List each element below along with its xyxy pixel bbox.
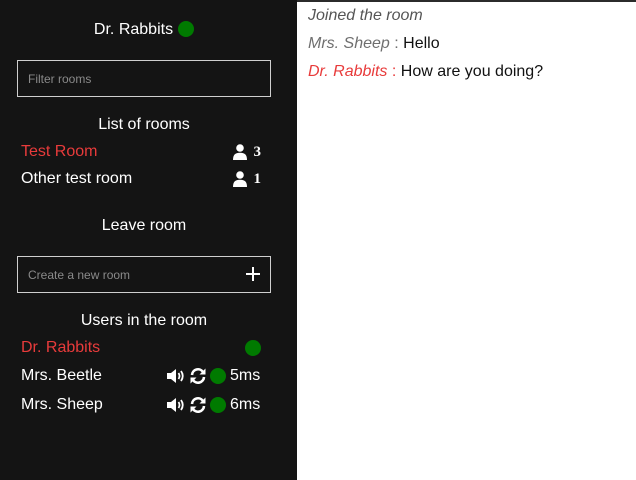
- chat-message: Mrs. Sheep : Hello: [308, 34, 440, 54]
- users-list-title: Users in the room: [80, 312, 208, 329]
- filter-rooms-field[interactable]: [17, 60, 271, 97]
- online-status-dot: [178, 21, 195, 37]
- user-name: Dr. Rabbits: [21, 339, 101, 356]
- speaker-icon[interactable]: [166, 397, 186, 413]
- current-user-name: Dr. Rabbits: [93, 21, 174, 38]
- speaker-icon[interactable]: [166, 368, 186, 384]
- message-text: Hello: [403, 35, 440, 52]
- ping-value: 6ms: [230, 396, 261, 413]
- sidebar: Dr. Rabbits List of rooms Test Room 3 Ot…: [0, 0, 297, 480]
- message-text: How are you doing?: [400, 63, 544, 80]
- online-status-dot: [210, 397, 226, 413]
- room-name: Test Room: [21, 143, 98, 160]
- rooms-list-title: List of rooms: [98, 116, 190, 133]
- message-separator: :: [389, 35, 404, 52]
- current-user: Dr. Rabbits: [0, 20, 288, 40]
- chat-message: Dr. Rabbits : How are you doing?: [308, 62, 543, 82]
- user-name: Mrs. Sheep: [21, 396, 103, 413]
- room-user-count: 1: [253, 171, 262, 187]
- message-author: Mrs. Sheep: [308, 35, 390, 52]
- room-name: Other test room: [21, 170, 133, 187]
- user-item-self: Dr. Rabbits: [21, 337, 265, 359]
- sync-icon[interactable]: [189, 396, 207, 414]
- message-separator: :: [387, 63, 401, 80]
- plus-icon[interactable]: [242, 263, 264, 285]
- leave-room-button[interactable]: Leave room: [0, 216, 288, 236]
- chat-panel: Joined the room Mrs. Sheep : Hello Dr. R…: [297, 2, 636, 480]
- ping-value: 5ms: [230, 367, 261, 384]
- create-room-field: [17, 256, 271, 293]
- user-item-mrs-sheep: Mrs. Sheep 6ms: [21, 394, 265, 416]
- filter-rooms-input[interactable]: [18, 61, 270, 96]
- room-item-other-test-room[interactable]: Other test room 1: [21, 168, 263, 190]
- message-author: Dr. Rabbits: [308, 63, 388, 80]
- room-user-count: 3: [253, 144, 262, 160]
- online-status-dot: [210, 368, 226, 384]
- sync-icon[interactable]: [189, 367, 207, 385]
- create-room-input[interactable]: [18, 257, 270, 292]
- system-message: Joined the room: [308, 7, 423, 24]
- user-item-mrs-beetle: Mrs. Beetle 5ms: [21, 365, 265, 387]
- user-icon: [233, 171, 247, 187]
- user-icon: [233, 144, 247, 160]
- online-status-dot: [245, 340, 261, 356]
- room-item-test-room[interactable]: Test Room 3: [21, 141, 263, 163]
- user-name: Mrs. Beetle: [21, 367, 102, 384]
